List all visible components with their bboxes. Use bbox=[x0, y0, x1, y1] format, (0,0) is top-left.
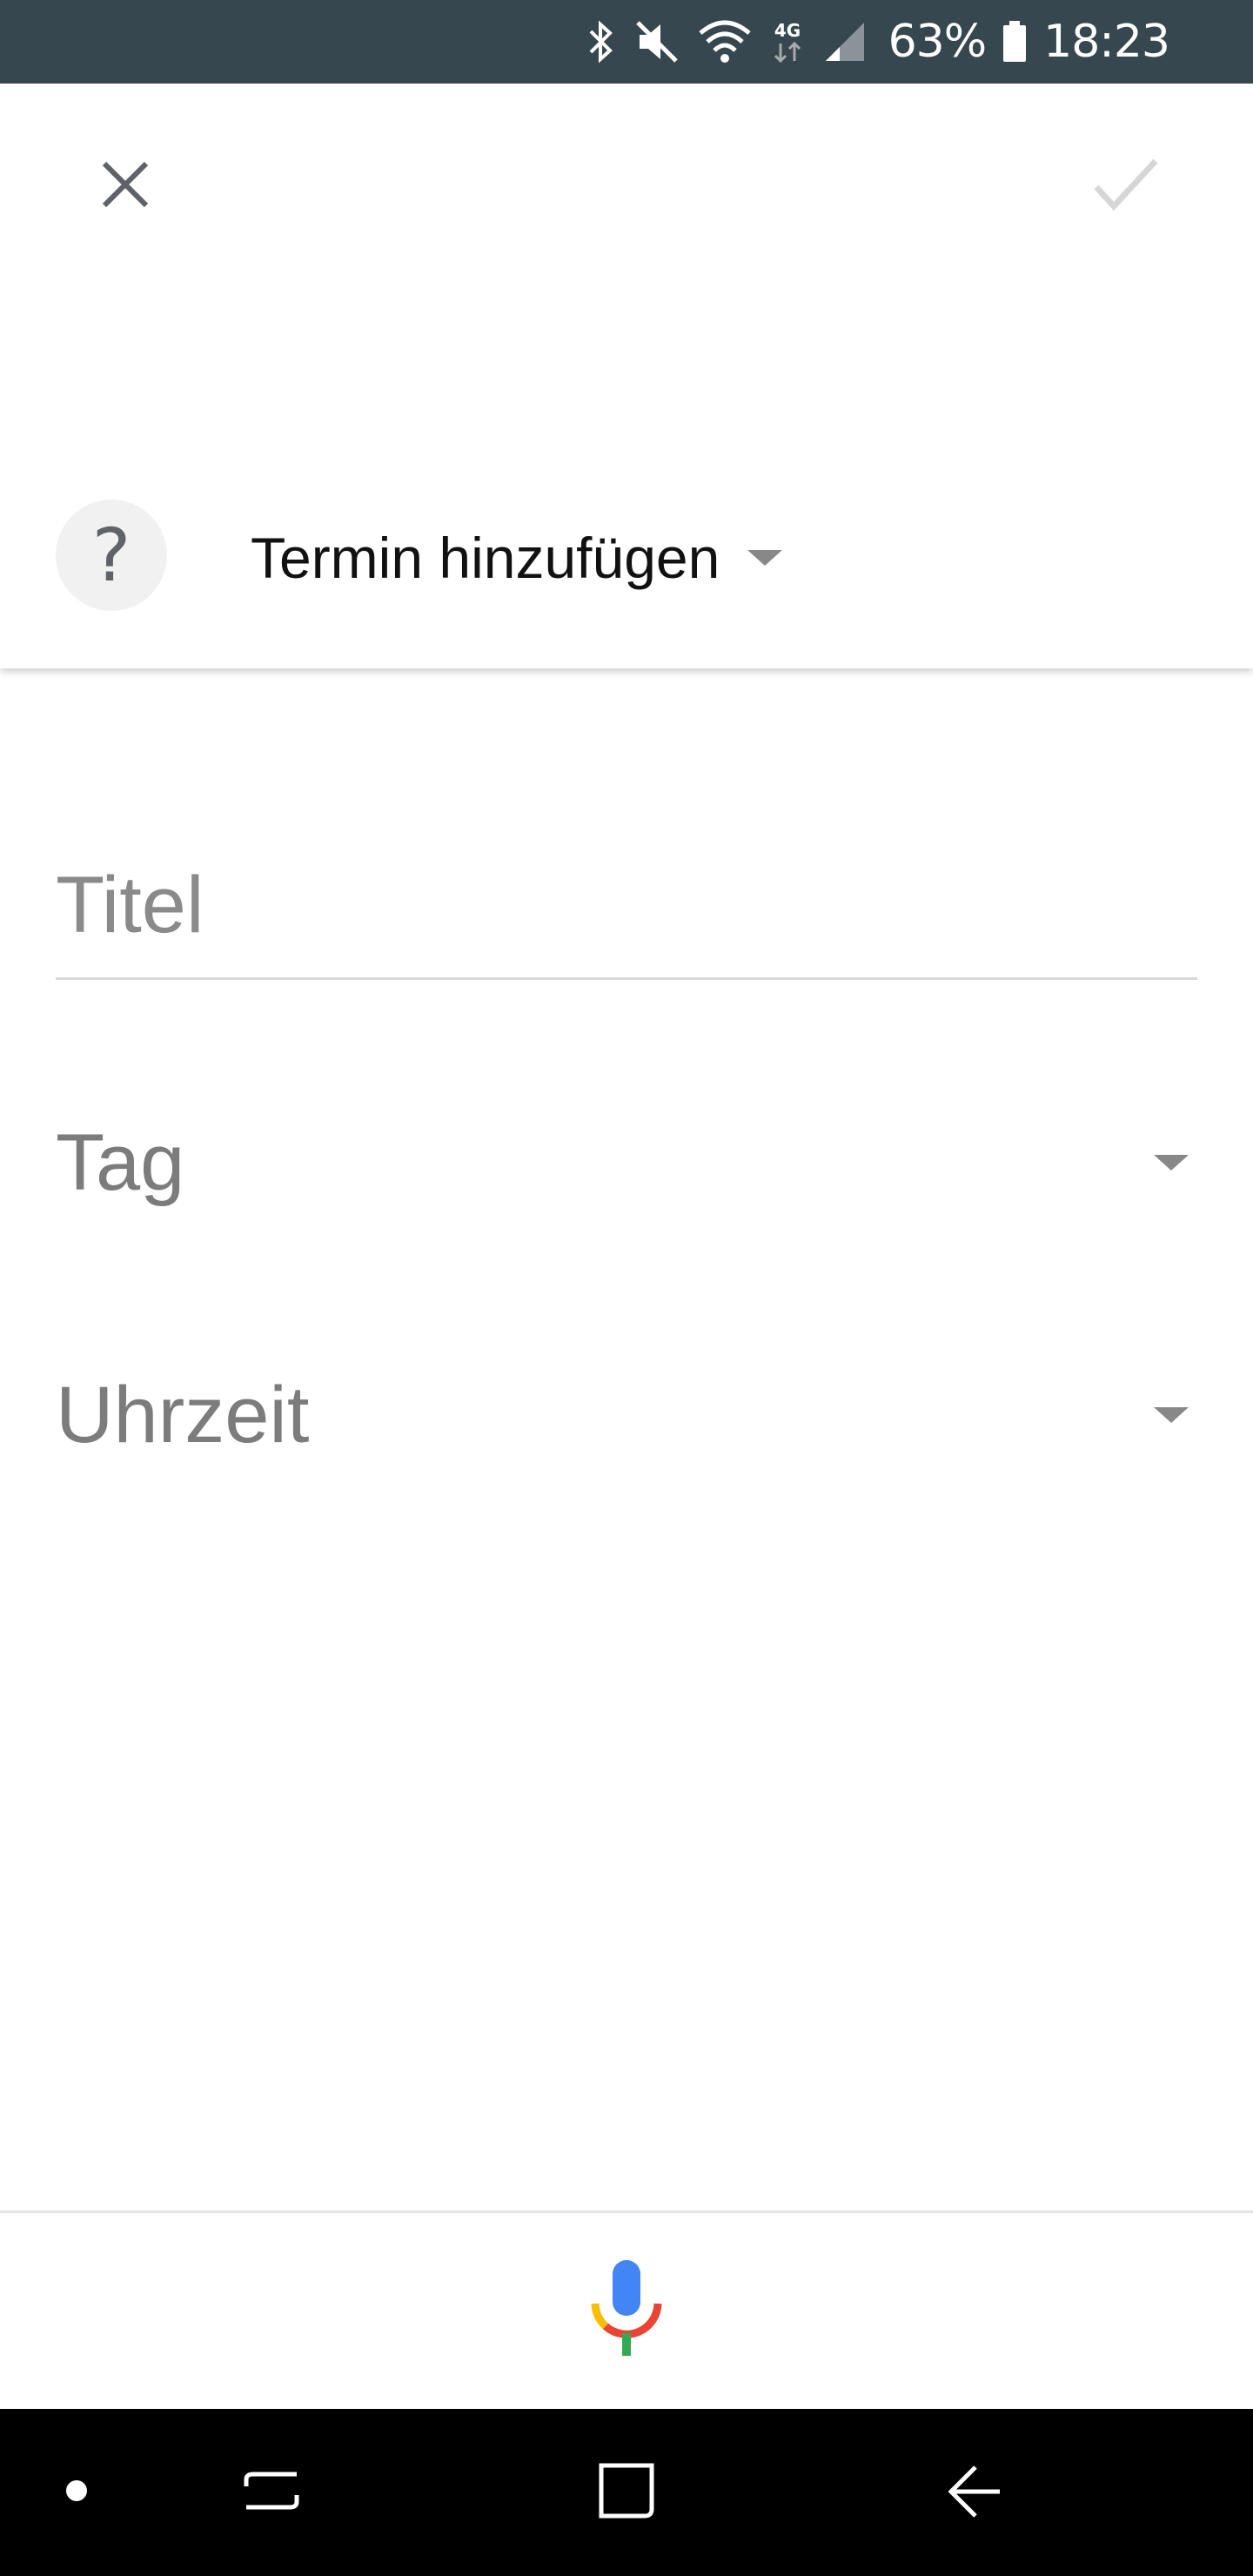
signal-icon bbox=[822, 17, 868, 66]
help-button[interactable]: ? bbox=[56, 500, 167, 611]
recent-apps-icon bbox=[241, 2460, 302, 2526]
home-icon bbox=[596, 2460, 657, 2526]
entry-type-label: Termin hinzufügen bbox=[251, 526, 720, 590]
close-icon bbox=[99, 158, 151, 215]
status-bar: 4G 63% 18:23 bbox=[0, 0, 1253, 84]
chevron-down-icon bbox=[747, 550, 783, 566]
check-icon bbox=[1093, 156, 1159, 218]
title-field bbox=[56, 853, 1197, 980]
microphone-icon bbox=[590, 2257, 663, 2365]
svg-text:4G: 4G bbox=[774, 20, 800, 41]
network-4g-icon: 4G bbox=[768, 17, 807, 66]
system-nav-bar bbox=[0, 2409, 1253, 2576]
day-dropdown[interactable]: Tag bbox=[56, 1102, 1197, 1224]
chevron-down-icon bbox=[1154, 1155, 1189, 1171]
nav-dot-button[interactable] bbox=[42, 2409, 111, 2576]
time-label: Uhrzeit bbox=[56, 1370, 310, 1459]
day-label: Tag bbox=[56, 1117, 185, 1207]
back-icon bbox=[944, 2460, 1005, 2526]
entry-type-dropdown[interactable]: Termin hinzufügen bbox=[251, 519, 783, 597]
wifi-icon bbox=[697, 17, 753, 66]
chevron-down-icon bbox=[1154, 1407, 1189, 1423]
close-button[interactable] bbox=[84, 144, 167, 228]
title-input[interactable] bbox=[56, 853, 1197, 957]
microphone-button[interactable] bbox=[574, 2242, 679, 2381]
dot-icon bbox=[64, 2479, 89, 2507]
clock: 18:23 bbox=[1043, 16, 1170, 68]
home-button[interactable] bbox=[583, 2409, 670, 2576]
mute-icon bbox=[633, 17, 681, 66]
recent-apps-button[interactable] bbox=[228, 2409, 315, 2576]
bluetooth-icon bbox=[586, 17, 617, 66]
time-dropdown[interactable]: Uhrzeit bbox=[56, 1354, 1197, 1476]
save-button[interactable] bbox=[1084, 144, 1168, 228]
battery-icon bbox=[1002, 17, 1028, 66]
back-button[interactable] bbox=[931, 2409, 1018, 2576]
battery-level: 63% bbox=[888, 16, 988, 68]
voice-input-bar bbox=[0, 2210, 1253, 2409]
header: ? Termin hinzufügen bbox=[0, 84, 1253, 668]
